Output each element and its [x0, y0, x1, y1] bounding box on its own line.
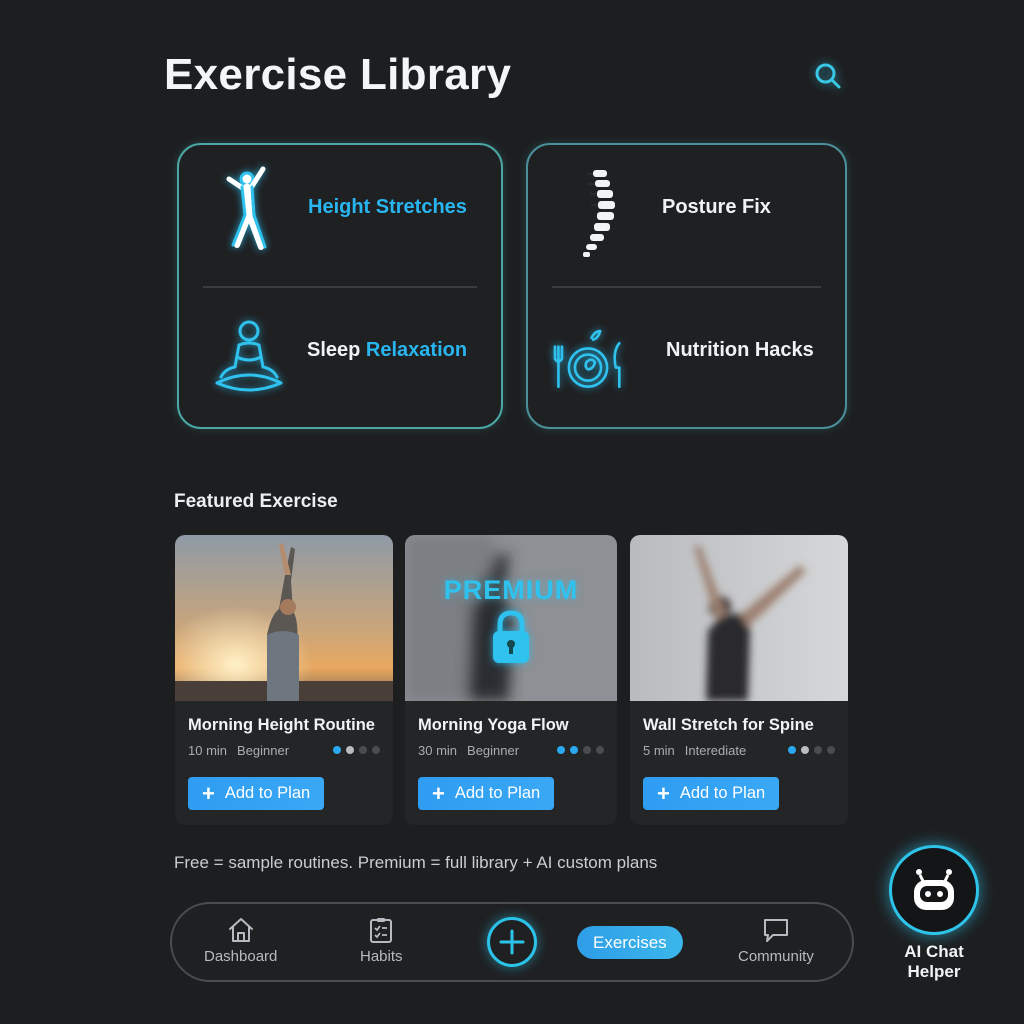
plan-footnote: Free = sample routines. Premium = full l… [174, 853, 658, 872]
meditation-person-icon [209, 313, 289, 403]
difficulty-dot [359, 746, 367, 754]
category-panel-health: Posture Fix Nutrition Hacks [526, 143, 847, 429]
exercise-image-blurred: PREMIUM [405, 535, 617, 701]
plate-cutlery-icon [548, 313, 628, 403]
exercise-name: Morning Yoga Flow [418, 716, 569, 734]
difficulty-dot [570, 746, 578, 754]
nav-label: Exercises [593, 932, 667, 952]
ai-chat-helper-button[interactable] [889, 845, 979, 935]
category-panel-fitness: Height Stretches Sleep Relaxation [177, 143, 503, 429]
exercise-level: Interediate [684, 743, 747, 758]
category-posture-fix[interactable]: Posture Fix [528, 145, 845, 287]
nav-item-dashboard[interactable]: Dashboard [204, 916, 277, 965]
category-label: Height Stretches [308, 196, 467, 219]
checklist-icon [370, 918, 393, 943]
category-label-accent: Relaxation [365, 339, 468, 361]
exercise-duration: 5 min [643, 743, 675, 758]
bottom-nav: Dashboard Habits Exercises Community [170, 902, 854, 982]
premium-badge: PREMIUM [443, 575, 579, 605]
ai-chat-helper-label: AI Chat Helper [904, 942, 964, 981]
robot-icon [914, 869, 954, 910]
home-icon [228, 918, 253, 942]
exercise-image-sunset-stretch [175, 535, 393, 701]
chat-bubble-icon [763, 919, 788, 942]
difficulty-dot [557, 746, 565, 754]
exercise-card[interactable]: Wall Stretch for Spine 5 min Interediate … [630, 535, 848, 825]
exercise-level: Beginner [237, 743, 290, 758]
exercise-name: Morning Height Routine [188, 716, 375, 734]
difficulty-dots [788, 746, 835, 754]
add-to-plan-label: Add to Plan [224, 784, 311, 802]
exercise-meta: 5 min Interediate [643, 743, 746, 758]
difficulty-dot [788, 746, 796, 754]
nav-label: Community [738, 948, 814, 965]
category-label-plain: Sleep [307, 339, 366, 361]
category-nutrition-hacks[interactable]: Nutrition Hacks [528, 287, 845, 429]
page-title: Exercise Library [164, 50, 512, 99]
difficulty-dot [814, 746, 822, 754]
plus-icon: + [657, 780, 670, 806]
stretching-person-icon [207, 165, 287, 255]
exercise-name: Wall Stretch for Spine [643, 716, 814, 734]
add-to-plan-label: Add to Plan [454, 784, 541, 802]
category-sleep-relaxation[interactable]: Sleep Relaxation [179, 287, 501, 429]
exercise-duration: 30 min [418, 743, 458, 758]
difficulty-dot [583, 746, 591, 754]
category-label: Nutrition Hacks [666, 339, 814, 362]
difficulty-dot [801, 746, 809, 754]
plus-icon [499, 929, 525, 955]
search-button[interactable] [808, 56, 848, 96]
exercise-duration: 10 min [188, 743, 228, 758]
nav-item-exercises[interactable]: Exercises [577, 926, 683, 959]
add-to-plan-button[interactable]: + Add to Plan [418, 777, 555, 810]
exercise-meta: 10 min Beginner [188, 743, 289, 758]
category-height-stretches[interactable]: Height Stretches [179, 145, 501, 287]
difficulty-dots [557, 746, 604, 754]
exercise-level: Beginner [467, 743, 520, 758]
exercise-card[interactable]: Morning Height Routine 10 min Beginner + … [175, 535, 393, 825]
nav-item-community[interactable]: Community [738, 916, 814, 965]
plus-icon: + [432, 780, 445, 806]
add-to-plan-button[interactable]: + Add to Plan [643, 777, 780, 810]
featured-section-title: Featured Exercise [174, 491, 338, 512]
nav-label: Dashboard [204, 948, 278, 965]
search-icon [815, 63, 841, 89]
difficulty-dot [596, 746, 604, 754]
exercise-image-wall-stretch [630, 535, 848, 701]
difficulty-dot [372, 746, 380, 754]
difficulty-dot [346, 746, 354, 754]
nav-item-habits[interactable]: Habits [360, 916, 403, 965]
spine-icon [558, 167, 638, 257]
nav-add-button[interactable] [487, 917, 537, 967]
category-label-plain: Nutrition Hacks [666, 339, 814, 361]
category-label-accent: Height Stretches [308, 196, 467, 218]
difficulty-dot [827, 746, 835, 754]
exercise-card-premium[interactable]: PREMIUM Morning Yoga Flow 30 min Beginner… [405, 535, 617, 825]
exercise-meta: 30 min Beginner [418, 743, 519, 758]
difficulty-dot [333, 746, 341, 754]
category-label: Posture Fix [662, 196, 771, 219]
category-label: Sleep Relaxation [307, 339, 467, 362]
category-label-plain: Posture Fix [662, 196, 771, 218]
plus-icon: + [202, 780, 215, 806]
nav-label: Habits [360, 948, 403, 965]
lock-icon [489, 609, 533, 670]
add-to-plan-button[interactable]: + Add to Plan [188, 777, 325, 810]
difficulty-dots [333, 746, 380, 754]
add-to-plan-label: Add to Plan [679, 784, 766, 802]
